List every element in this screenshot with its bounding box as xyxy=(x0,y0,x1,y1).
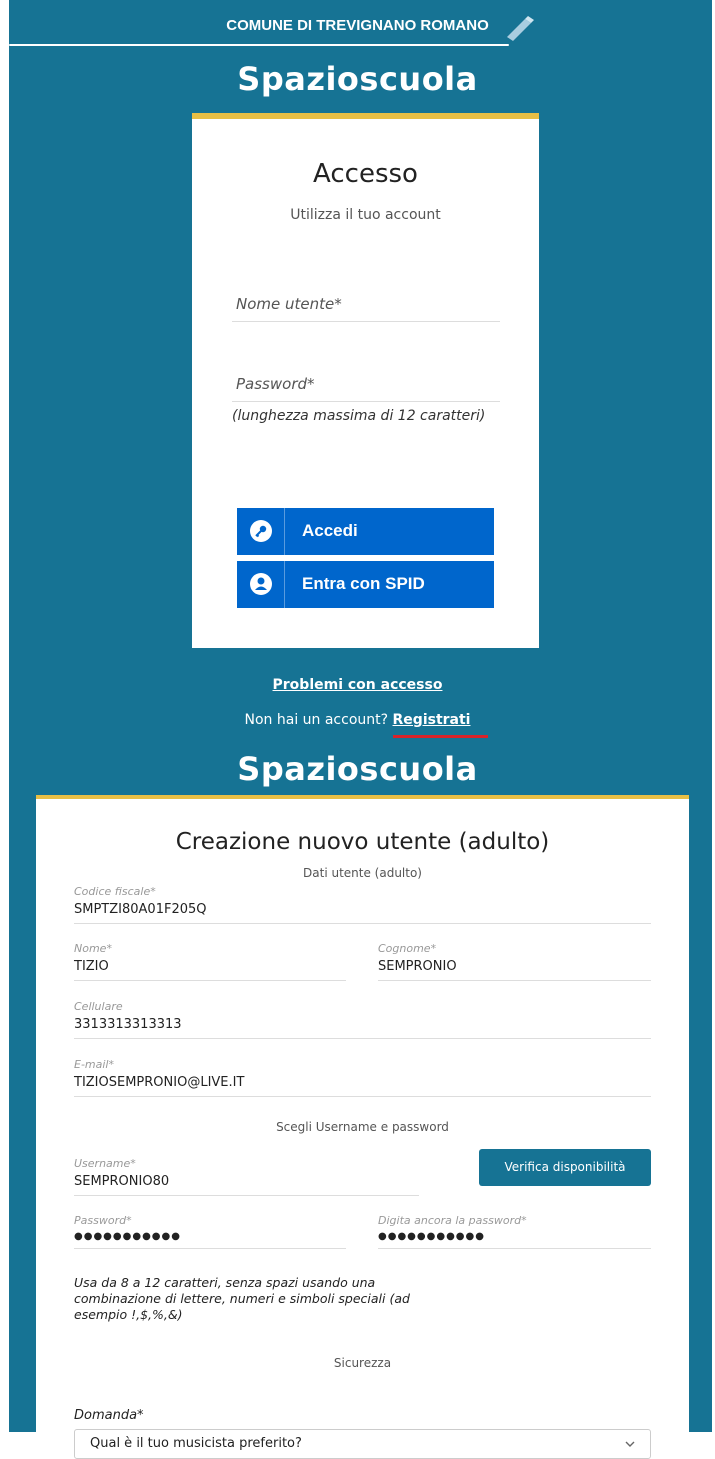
cognome-label: Cognome* xyxy=(378,942,437,955)
key-icon xyxy=(237,508,285,555)
username-field[interactable]: Nome utente* xyxy=(232,295,500,322)
cognome-value: SEMPRONIO xyxy=(378,959,651,981)
cognome-field[interactable]: Cognome* SEMPRONIO xyxy=(378,942,651,981)
email-field[interactable]: E-mail* TIZIOSEMPRONIO@LIVE.IT xyxy=(74,1058,651,1097)
register-row: Non hai un account? Registrati xyxy=(0,712,715,728)
user-icon xyxy=(237,561,285,608)
cellulare-value: 3313313313313 xyxy=(74,1017,651,1039)
username-reg-field[interactable]: Username* SEMPRONIO80 xyxy=(74,1157,419,1196)
login-title: Accesso xyxy=(313,159,418,189)
section-security: Sicurezza xyxy=(333,1356,392,1370)
login-button-label: Accedi xyxy=(302,521,358,540)
nome-field[interactable]: Nome* TIZIO xyxy=(74,942,346,981)
domanda-value: Qual è il tuo musicista preferito? xyxy=(90,1436,302,1451)
chevron-down-icon xyxy=(625,1441,635,1447)
login-card: Accesso Utilizza il tuo account Nome ute… xyxy=(192,113,539,648)
domanda-label: Domanda* xyxy=(74,1408,144,1423)
header-divider xyxy=(9,44,509,46)
codice-fiscale-value: SMPTZI80A01F205Q xyxy=(74,902,651,924)
username-reg-label: Username* xyxy=(74,1157,136,1170)
cellulare-field[interactable]: Cellulare 3313313313313 xyxy=(74,1000,651,1039)
register-link[interactable]: Registrati xyxy=(393,712,471,728)
email-value: TIZIOSEMPRONIO@LIVE.IT xyxy=(74,1075,651,1097)
login-subtitle: Utilizza il tuo account xyxy=(290,207,441,223)
spid-button-label: Entra con SPID xyxy=(302,574,425,593)
problems-row: Problemi con accesso xyxy=(0,677,715,693)
password-rules-hint: Usa da 8 a 12 caratteri, senza spazi usa… xyxy=(74,1275,410,1322)
password-confirm-value: ●●●●●●●●●●● xyxy=(378,1231,651,1249)
cellulare-label: Cellulare xyxy=(74,1000,123,1013)
nome-value: TIZIO xyxy=(74,959,346,981)
email-label: E-mail* xyxy=(74,1058,114,1071)
register-underline-mark xyxy=(393,735,488,738)
brand-title: Spazioscuola xyxy=(237,60,478,98)
password-reg-value: ●●●●●●●●●●● xyxy=(74,1231,346,1249)
spid-button[interactable]: Entra con SPID xyxy=(237,561,494,608)
login-button[interactable]: Accedi xyxy=(237,508,494,555)
password-reg-label: Password* xyxy=(74,1214,132,1227)
password-confirm-field[interactable]: Digita ancora la password* ●●●●●●●●●●● xyxy=(378,1214,651,1249)
nome-label: Nome* xyxy=(74,942,112,955)
comune-title: COMUNE DI TREVIGNANO ROMANO xyxy=(226,17,489,34)
register-title: Creazione nuovo utente (adulto) xyxy=(175,829,550,855)
pencil-icon xyxy=(507,16,534,41)
problems-link[interactable]: Problemi con accesso xyxy=(273,677,443,693)
section-credentials: Scegli Username e password xyxy=(276,1120,449,1134)
username-reg-value: SEMPRONIO80 xyxy=(74,1174,419,1196)
password-confirm-label: Digita ancora la password* xyxy=(378,1214,527,1227)
register-brand-title: Spazioscuola xyxy=(237,750,478,788)
section-user-data: Dati utente (adulto) xyxy=(303,866,422,880)
verify-availability-button[interactable]: Verifica disponibilità xyxy=(479,1149,651,1186)
password-reg-field[interactable]: Password* ●●●●●●●●●●● xyxy=(74,1214,346,1249)
codice-fiscale-field[interactable]: Codice fiscale* SMPTZI80A01F205Q xyxy=(74,885,651,924)
password-field[interactable]: Password* xyxy=(232,375,500,402)
register-card: Creazione nuovo utente (adulto) Dati ute… xyxy=(36,795,689,1459)
no-account-text: Non hai un account? xyxy=(244,712,389,728)
domanda-select[interactable]: Qual è il tuo musicista preferito? xyxy=(74,1429,651,1459)
codice-fiscale-label: Codice fiscale* xyxy=(74,885,156,898)
password-length-hint: (lunghezza massima di 12 caratteri) xyxy=(232,408,486,424)
